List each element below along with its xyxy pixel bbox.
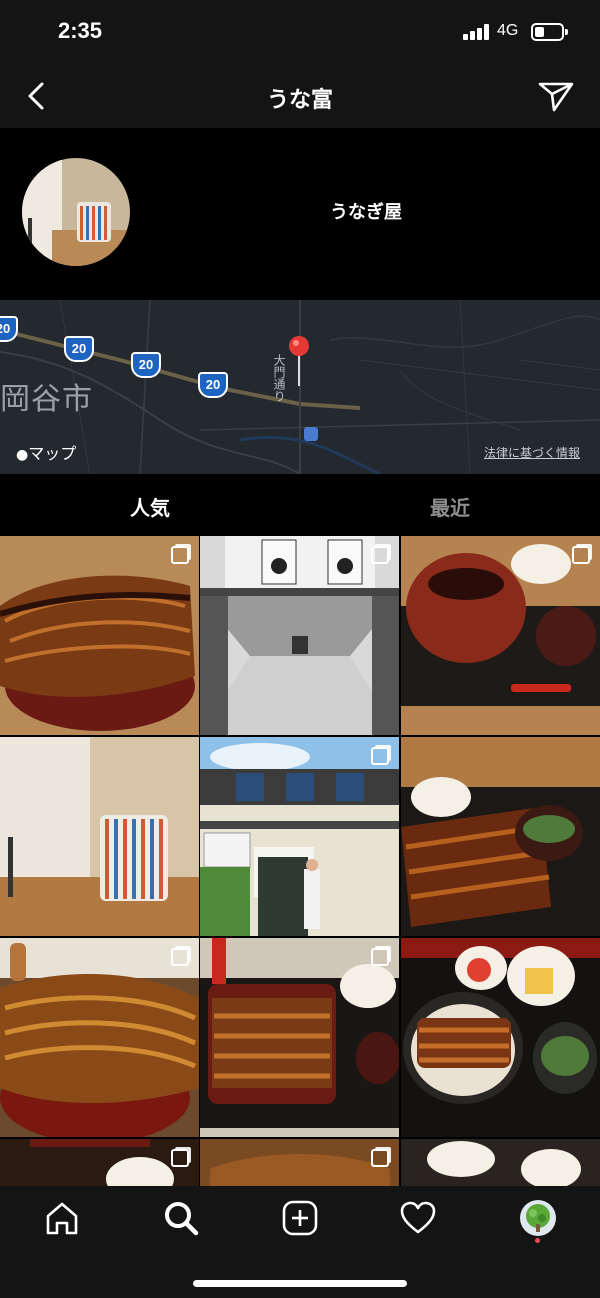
multi-photo-icon [371,747,389,765]
multi-photo-icon [371,546,389,564]
legal-link[interactable]: 法律に基づく情報 [484,444,580,461]
add-post-icon[interactable] [280,1198,320,1238]
profile-avatar[interactable] [518,1198,558,1238]
apple-logo-icon: ● [16,447,29,463]
location-avatar[interactable] [22,158,130,266]
status-bar: 2:35 4G [0,0,600,64]
nav-bar: うな富 [0,64,600,128]
grid-photo[interactable] [200,737,399,936]
route-shield: 20 [131,352,161,378]
grid-photo[interactable] [200,938,399,1137]
location-header: うなぎ屋 [0,128,600,300]
maps-brand: ●マップ [16,440,76,464]
grid-photo[interactable] [200,1139,399,1186]
map-city-label: 岡谷市 [0,382,93,417]
multi-photo-icon [572,546,590,564]
grid-photo[interactable] [401,938,600,1137]
grid-photo[interactable] [401,737,600,936]
tab-recent[interactable]: 最近 [300,492,600,521]
post-tabs: 人気 最近 [0,474,600,536]
multi-photo-icon [371,1149,389,1167]
grid-photo[interactable] [0,938,199,1137]
grid-photo[interactable] [401,536,600,735]
grid-photo[interactable] [0,536,199,735]
tab-popular[interactable]: 人気 [0,492,300,521]
photo-grid [0,536,600,1186]
grid-photo[interactable] [0,1139,199,1186]
multi-photo-icon [171,1149,189,1167]
maps-brand-label: マップ [28,444,77,463]
route-shield: 20 [198,372,228,398]
signal-icon [463,24,491,40]
notification-dot [535,1238,540,1243]
route-shield: 20 [64,336,94,362]
multi-photo-icon [371,948,389,966]
network-type: 4G [497,22,519,39]
status-time: 2:35 [58,18,103,43]
home-indicator [193,1280,407,1287]
map-road-label: 大門通り [272,354,286,402]
multi-photo-icon [171,948,189,966]
multi-photo-icon [171,546,189,564]
grid-photo[interactable] [200,536,399,735]
grid-photo[interactable] [401,1139,600,1186]
heart-icon[interactable] [398,1198,438,1238]
location-map[interactable]: 20 20 20 20 岡谷市 大門通り ●マップ 法律に基づく情報 [0,300,600,474]
battery-icon [531,23,568,41]
paper-plane-icon[interactable] [536,76,576,116]
home-icon[interactable] [42,1198,82,1238]
page-title: うな富 [266,88,333,113]
search-icon[interactable] [161,1198,201,1238]
grid-photo[interactable] [0,737,199,936]
business-category: うなぎ屋 [330,202,402,223]
